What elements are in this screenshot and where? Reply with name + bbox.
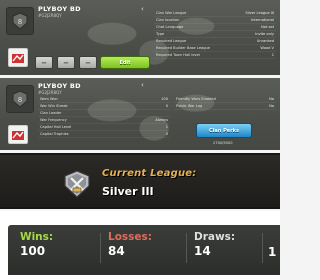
divider xyxy=(100,233,101,263)
info-row: Chat Language Not set xyxy=(154,25,276,31)
league-name: Silver III xyxy=(102,185,154,198)
minus-button[interactable]: − xyxy=(35,56,53,69)
current-league-label: Current League: xyxy=(102,168,197,179)
losses-stat: Losses: 84 xyxy=(108,231,152,258)
info-row: Clan War League Silver League III xyxy=(154,11,276,17)
info-row: War Frequency Always xyxy=(38,118,170,124)
war-info-list: Wars Won 100 War Win Streak 0 Clan Leader … xyxy=(38,96,170,138)
info-row: Friendly Wars Enabled No xyxy=(174,97,276,103)
svg-text:8: 8 xyxy=(18,18,22,26)
info-row: Capital Hall Level 1 xyxy=(38,125,170,131)
losses-value: 84 xyxy=(108,244,125,258)
info-row: Wars Won 100 xyxy=(38,97,170,103)
draws-value: 14 xyxy=(194,244,211,258)
edit-button[interactable]: Edit xyxy=(100,56,150,69)
share-icon[interactable]: ‹ xyxy=(141,82,144,89)
extra-value: 1 xyxy=(268,245,277,259)
info-row: Clan location International xyxy=(154,18,276,24)
clan-info-card-bottom: 8 PLYBOY BD #G2J2R8QY ‹ Wars Won 100 War … xyxy=(0,78,280,150)
war-settings-list: Friendly Wars Enabled No Public War Log No xyxy=(174,96,276,110)
divider xyxy=(262,233,263,263)
war-stats-panel: Wins: 100 Losses: 84 Draws: 14 1 xyxy=(0,211,280,280)
clan-book-icon[interactable] xyxy=(8,48,28,67)
draws-stat: Draws: 14 xyxy=(194,231,235,258)
clan-book-icon[interactable] xyxy=(8,125,28,144)
player-tag: #G2J2R8QY xyxy=(38,13,62,18)
clan-badge-icon: 8 xyxy=(6,85,34,113)
info-row: Required Town Hall level 1 xyxy=(154,53,276,59)
player-name: PLYBOY BD xyxy=(38,5,81,13)
player-name: PLYBOY BD xyxy=(38,82,81,90)
player-tag: #G2J2R8QY xyxy=(38,90,62,95)
clan-info-list: Clan War League Silver League III Clan lo… xyxy=(154,10,276,59)
share-icon[interactable]: ‹ xyxy=(141,6,144,13)
clan-capital-progress: 2700/5000 xyxy=(213,141,233,145)
svg-text:8: 8 xyxy=(18,96,22,104)
minus-button[interactable]: − xyxy=(57,56,75,69)
wins-stat: Wins: 100 xyxy=(20,231,53,258)
info-row: Capital Trophies 0 xyxy=(38,132,170,138)
clan-perks-button[interactable]: Clan Perks xyxy=(196,123,252,138)
info-row: Required League Unranked xyxy=(154,39,276,45)
wins-label: Wins: xyxy=(20,231,54,243)
divider xyxy=(186,233,187,263)
clan-badge-icon: 8 xyxy=(6,7,34,35)
wins-value: 100 xyxy=(20,244,46,258)
extra-stat: 1 xyxy=(268,231,276,259)
info-row: Clan Leader xyxy=(38,110,170,117)
losses-label: Losses: xyxy=(108,231,152,243)
clan-info-card-top: 8 PLYBOY BD #G2J2R8QY ‹ Clan War League S… xyxy=(0,0,280,75)
silver-league-badge-icon xyxy=(64,170,90,198)
info-row: Public War Log No xyxy=(174,104,276,110)
info-row: Type Invite only xyxy=(154,32,276,38)
minus-button[interactable]: − xyxy=(79,56,97,69)
info-row: War Win Streak 0 xyxy=(38,104,170,110)
current-league-banner: Current League: Silver III xyxy=(0,153,280,209)
draws-label: Draws: xyxy=(194,231,236,243)
info-row: Required Builder Base League Wood V xyxy=(154,46,276,52)
